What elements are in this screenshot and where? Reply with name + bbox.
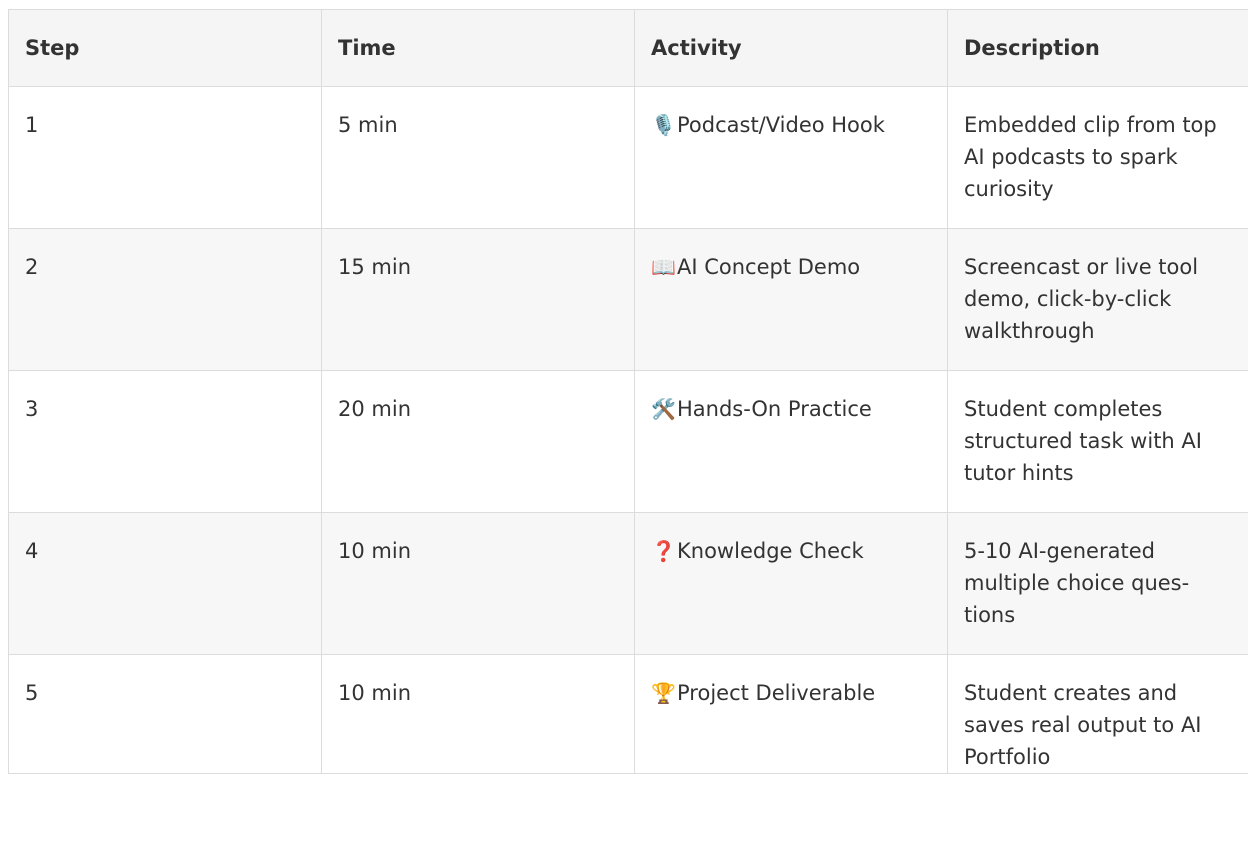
lesson-structure-table: Step Time Activity Description 1 5 min 🎙…: [8, 9, 1248, 774]
activity-cell: 🏆Project Deliverable: [634, 654, 948, 774]
table-row: 2 15 min 📖AI Concept Demo Screencast or …: [8, 228, 1248, 371]
column-header-step: Step: [8, 9, 322, 87]
question-mark-icon: ❓: [651, 539, 676, 563]
open-book-icon: 📖: [651, 255, 676, 279]
hammer-wrench-icon: 🛠️: [651, 397, 676, 421]
activity-label: AI Concept Demo: [677, 255, 861, 279]
column-header-time: Time: [321, 9, 635, 87]
description-cell: 5-10 AI-generated multiple choice ques-t…: [947, 512, 1248, 655]
table-header-row: Step Time Activity Description: [8, 9, 1248, 87]
step-cell: 1: [8, 86, 322, 229]
activity-cell: 🎙️Podcast/Video Hook: [634, 86, 948, 229]
step-cell: 2: [8, 228, 322, 371]
column-header-activity: Activity: [634, 9, 948, 87]
table-row: 1 5 min 🎙️Podcast/Video Hook Embedded cl…: [8, 86, 1248, 229]
time-cell: 10 min: [321, 512, 635, 655]
activity-cell: 🛠️Hands-On Practice: [634, 370, 948, 513]
time-cell: 10 min: [321, 654, 635, 774]
activity-label: Podcast/Video Hook: [677, 113, 885, 137]
description-cell: Student creates and saves real output to…: [947, 654, 1248, 774]
time-cell: 20 min: [321, 370, 635, 513]
description-cell: Screencast or live tool demo, click-by-c…: [947, 228, 1248, 371]
activity-cell: ❓Knowledge Check: [634, 512, 948, 655]
step-cell: 4: [8, 512, 322, 655]
column-header-description: Description: [947, 9, 1248, 87]
table-row: 4 10 min ❓Knowledge Check 5-10 AI-genera…: [8, 512, 1248, 655]
description-cell: Embedded clip from top AI podcasts to sp…: [947, 86, 1248, 229]
microphone-icon: 🎙️: [651, 113, 676, 137]
table-row: 5 10 min 🏆Project Deliverable Student cr…: [8, 654, 1248, 774]
time-cell: 5 min: [321, 86, 635, 229]
step-cell: 5: [8, 654, 322, 774]
trophy-icon: 🏆: [651, 681, 676, 705]
step-cell: 3: [8, 370, 322, 513]
activity-label: Project Deliverable: [677, 681, 876, 705]
activity-label: Knowledge Check: [677, 539, 864, 563]
activity-cell: 📖AI Concept Demo: [634, 228, 948, 371]
lesson-structure-table-wrapper: Step Time Activity Description 1 5 min 🎙…: [8, 9, 1248, 774]
activity-label: Hands-On Practice: [677, 397, 872, 421]
description-cell: Student completes structured task with A…: [947, 370, 1248, 513]
table-row: 3 20 min 🛠️Hands-On Practice Student com…: [8, 370, 1248, 513]
time-cell: 15 min: [321, 228, 635, 371]
